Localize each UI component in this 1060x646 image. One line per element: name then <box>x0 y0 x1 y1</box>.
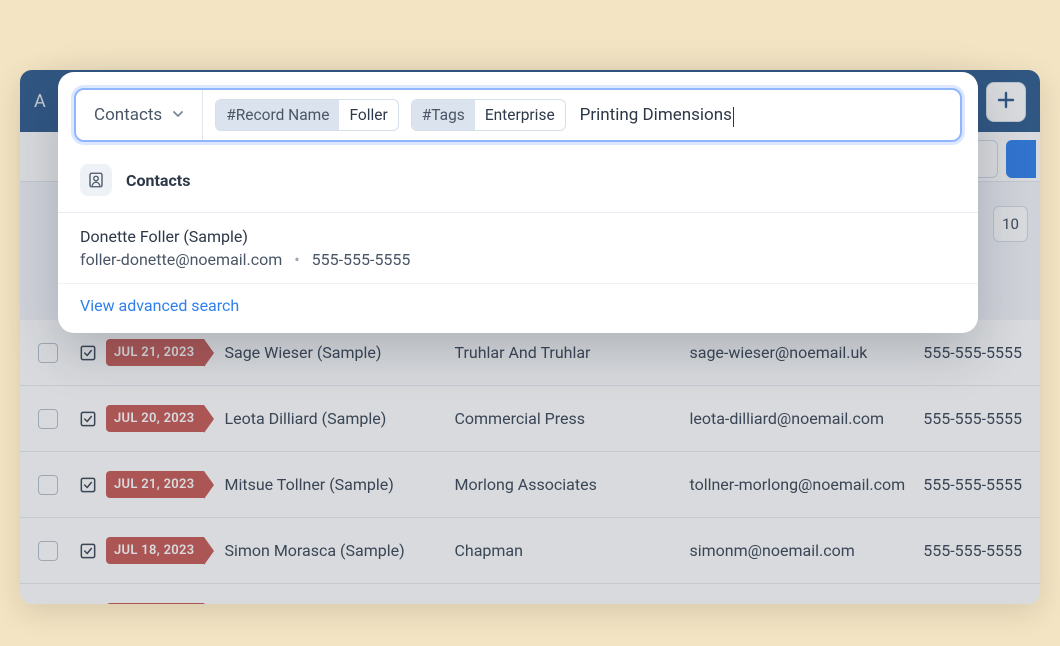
result-email: foller-donette@noemail.com <box>80 250 282 269</box>
table-row[interactable]: JUL 21, 2023 Mitsue Tollner (Sample)Morlo… <box>20 452 1040 518</box>
chip-value: Enterprise <box>475 100 565 130</box>
contact-phone: 555-555-5555 <box>923 343 1022 362</box>
date-badge: JUL 21, 2023 <box>106 603 204 604</box>
results-header-label: Contacts <box>126 171 190 190</box>
search-chip-tags[interactable]: #Tags Enterprise <box>411 99 566 131</box>
search-result-item[interactable]: Donette Foller (Sample) foller-donette@n… <box>58 213 978 284</box>
date-badge: JUL 20, 2023 <box>106 405 204 432</box>
contact-email: simonm@noemail.com <box>689 541 914 560</box>
company-name: Morlong Associates <box>454 475 689 494</box>
contact-icon <box>80 164 112 196</box>
date-badge: JUL 21, 2023 <box>106 471 204 498</box>
task-check-icon <box>78 343 98 363</box>
advanced-search-row: View advanced search <box>58 284 978 321</box>
date-badge: JUL 21, 2023 <box>106 339 204 366</box>
contact-phone: 555-555-5555 <box>923 409 1022 428</box>
table-row[interactable]: JUL 18, 2023 Simon Morasca (Sample)Chapma… <box>20 518 1040 584</box>
advanced-search-link[interactable]: View advanced search <box>80 296 239 315</box>
separator-dot: • <box>286 250 307 269</box>
toolbar-primary-button[interactable] <box>1006 140 1036 178</box>
company-name: Truhlar And Truhlar <box>454 343 689 362</box>
row-checkbox[interactable] <box>38 541 58 561</box>
contact-name: Sage Wieser (Sample) <box>224 343 454 362</box>
chevron-down-icon <box>172 105 184 125</box>
add-button[interactable] <box>986 82 1026 122</box>
search-input[interactable]: Printing Dimensions <box>580 105 732 125</box>
scope-selector[interactable]: Contacts <box>76 90 203 140</box>
contact-name: Simon Morasca (Sample) <box>224 541 454 560</box>
contact-email: tollner-morlong@noemail.com <box>689 475 914 494</box>
scope-label: Contacts <box>94 105 162 125</box>
search-chip-record-name[interactable]: #Record Name Foller <box>215 99 399 131</box>
company-name: Chapman <box>454 541 689 560</box>
chip-value: Foller <box>339 100 397 130</box>
contact-phone: 555-555-5555 <box>923 475 1022 494</box>
plus-icon <box>997 90 1015 115</box>
contact-name: Leota Dilliard (Sample) <box>224 409 454 428</box>
task-check-icon <box>78 475 98 495</box>
search-popover: Contacts #Record Name Foller #Tags Enter… <box>58 72 978 333</box>
row-checkbox[interactable] <box>38 343 58 363</box>
search-bar[interactable]: Contacts #Record Name Foller #Tags Enter… <box>74 88 962 142</box>
row-checkbox[interactable] <box>38 475 58 495</box>
result-phone: 555-555-5555 <box>312 250 411 269</box>
table-row[interactable]: JUL 21, 2023Donette Foller (Sample)Print… <box>20 584 1040 604</box>
contact-email: leota-dilliard@noemail.com <box>689 409 914 428</box>
results-section-header: Contacts <box>58 142 978 206</box>
task-check-icon <box>78 409 98 429</box>
task-check-icon <box>78 541 98 561</box>
date-badge: JUL 18, 2023 <box>106 537 204 564</box>
contact-name: Mitsue Tollner (Sample) <box>224 475 454 494</box>
topbar-left-text: A <box>34 91 46 112</box>
contact-phone: 555-555-5555 <box>923 541 1022 560</box>
chip-key: #Record Name <box>216 100 339 130</box>
table-row[interactable]: JUL 20, 2023 Leota Dilliard (Sample)Comme… <box>20 386 1040 452</box>
company-name: Commercial Press <box>454 409 689 428</box>
row-checkbox[interactable] <box>38 409 58 429</box>
result-subtitle: foller-donette@noemail.com • 555-555-555… <box>80 250 956 269</box>
contact-email: sage-wieser@noemail.uk <box>689 343 914 362</box>
result-title: Donette Foller (Sample) <box>80 227 956 246</box>
chip-key: #Tags <box>412 100 475 130</box>
